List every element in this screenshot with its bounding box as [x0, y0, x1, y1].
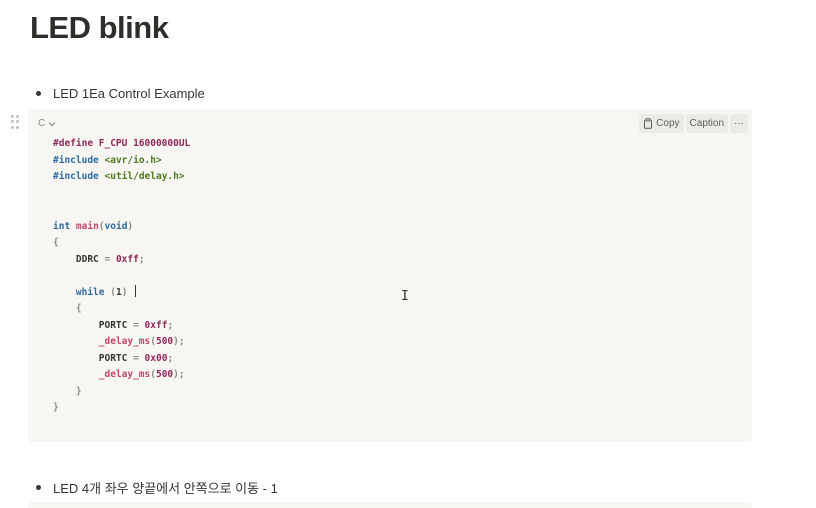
copy-button[interactable]: Copy	[639, 114, 684, 133]
code-line: #include <util/delay.h>	[53, 171, 185, 182]
text-caret	[135, 284, 137, 297]
code-line: #define F_CPU 16000000UL	[53, 138, 191, 149]
page-title: LED blink	[30, 10, 169, 45]
code-line: }	[75, 385, 82, 397]
code-line: int main(void)	[53, 220, 134, 232]
code-line: #include <avr/io.h>	[53, 154, 162, 166]
bullet-dot	[36, 485, 41, 490]
drag-handle-icon[interactable]	[11, 115, 21, 129]
code-block[interactable]: C Copy Caption ··· #define F_CPU 1600000…	[28, 109, 752, 442]
caption-label: Caption	[689, 118, 724, 129]
language-selector[interactable]: C	[38, 118, 56, 129]
code-line: _delay_ms(500);	[98, 336, 185, 347]
bullet-dot	[36, 91, 41, 96]
text-cursor-icon: I	[401, 289, 409, 304]
code-line: _delay_ms(500);	[98, 369, 185, 380]
code-line: while (1)	[53, 284, 190, 302]
more-icon: ···	[734, 118, 744, 129]
copy-label: Copy	[656, 118, 680, 129]
more-options-button[interactable]: ···	[730, 114, 748, 133]
clipboard-icon	[644, 118, 653, 129]
code-line: PORTC = 0xff;	[53, 319, 174, 331]
language-label: C	[38, 118, 46, 129]
code-line: {	[75, 303, 82, 314]
code-line: DDRC = 0xff;	[53, 253, 145, 265]
next-code-block[interactable]	[28, 502, 752, 508]
code-content[interactable]: #define F_CPU 16000000UL #include <avr/io…	[53, 136, 190, 417]
code-toolbar: Copy Caption ···	[639, 114, 748, 133]
code-line: {	[53, 237, 59, 248]
code-line: PORTC = 0x00;	[53, 352, 174, 364]
bullet-item-led-4[interactable]: LED 4개 좌우 양끝에서 안쪽으로 이동 - 1	[36, 478, 278, 497]
bullet-text: LED 1Ea Control Example	[53, 86, 205, 101]
bullet-item-led-1ea[interactable]: LED 1Ea Control Example	[36, 86, 205, 101]
code-line: }	[53, 402, 59, 413]
bullet-text: LED 4개 좌우 양끝에서 안쪽으로 이동 - 1	[53, 481, 278, 496]
caption-button[interactable]: Caption	[685, 114, 728, 133]
chevron-down-icon	[48, 121, 56, 126]
